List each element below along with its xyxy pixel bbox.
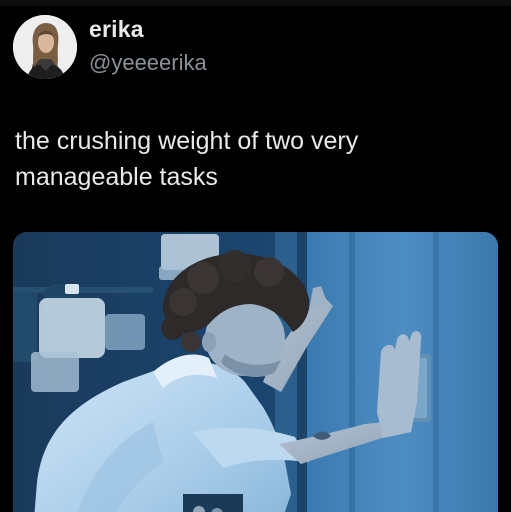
tweet-text: the crushing weight of two very manageab… xyxy=(15,127,359,191)
author-info: erika @yeeeerika xyxy=(89,14,389,77)
avatar[interactable] xyxy=(13,15,77,79)
top-divider xyxy=(0,0,511,6)
chef-leaning-on-wall-photo xyxy=(13,232,498,512)
profile-photo-icon xyxy=(13,15,77,79)
author-handle[interactable]: @yeeeerika xyxy=(89,49,389,77)
tweet-media-photo[interactable] xyxy=(13,232,498,512)
author-display-name[interactable]: erika xyxy=(89,14,389,44)
